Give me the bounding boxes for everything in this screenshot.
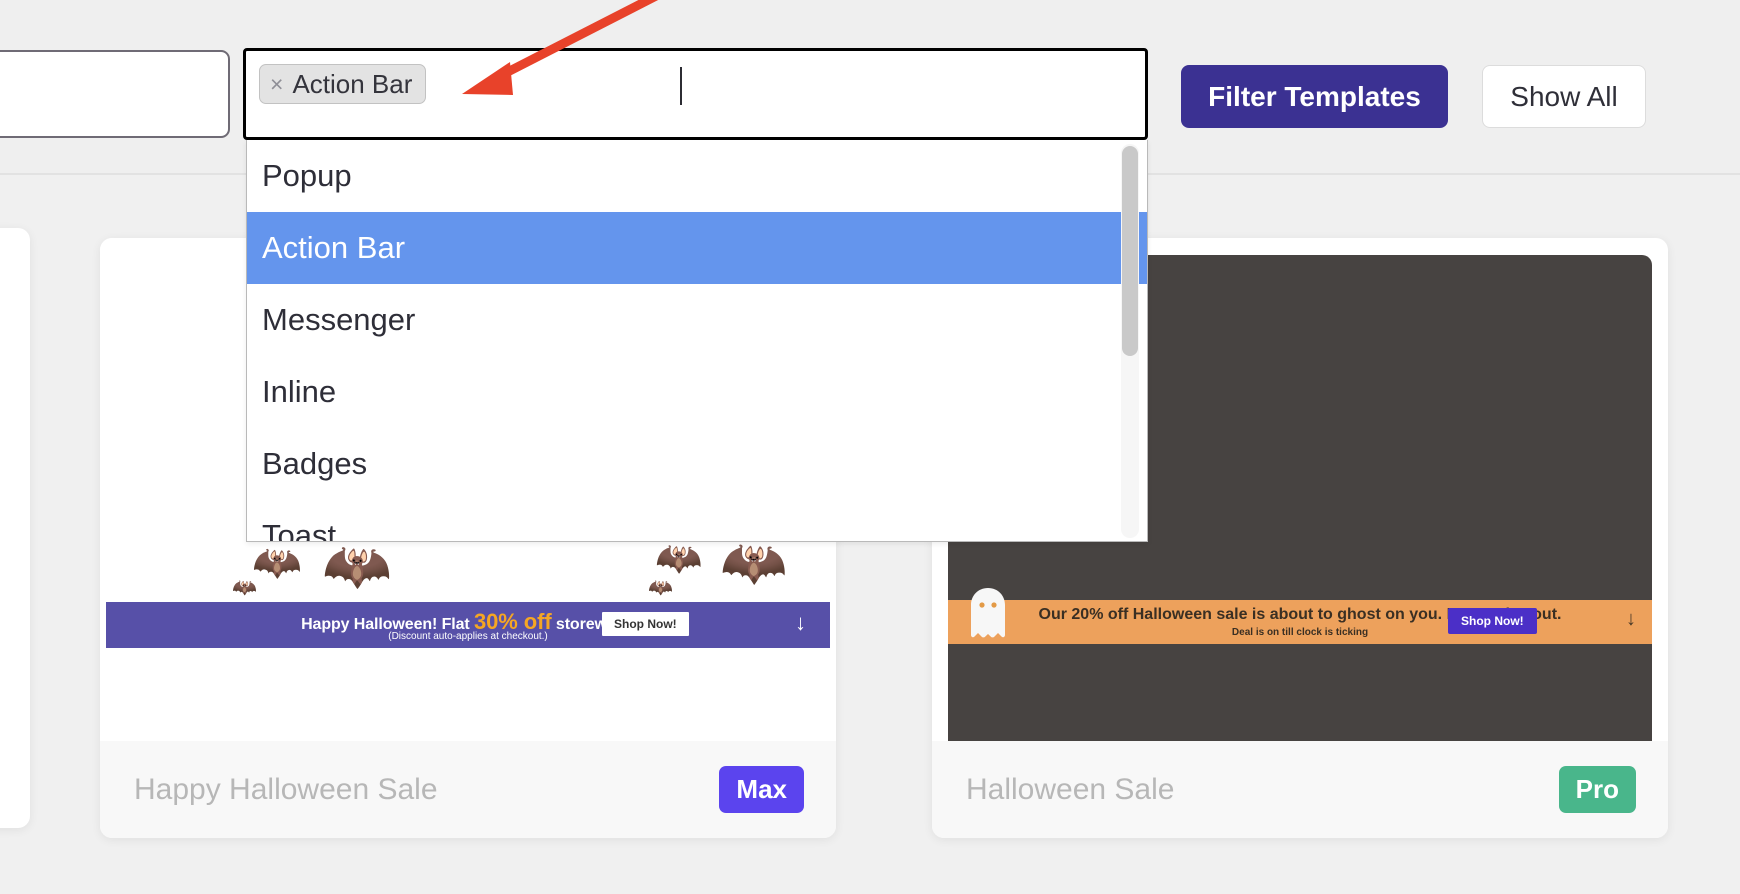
card-title: Happy Halloween Sale [134,772,438,806]
option-label: Inline [262,374,337,409]
banner-shop-now-button[interactable]: Shop Now! [1448,608,1537,634]
close-x-icon[interactable]: × [270,72,283,96]
dropdown-option-popup[interactable]: Popup [247,140,1147,212]
selected-chip-action-bar[interactable]: × Action Bar [259,64,427,104]
bat-icon: 🦇 [232,577,257,599]
banner-shop-now-button[interactable]: Shop Now! [602,612,689,636]
status-badge: Pro [1558,766,1636,813]
bat-icon: 🦇 [252,541,302,585]
dropdown-option-action-bar[interactable]: Action Bar [247,212,1147,284]
template-card-partial[interactable] [0,228,30,828]
text-cursor [680,67,682,105]
template-type-multiselect[interactable]: × Action Bar [243,48,1148,140]
option-label: Popup [262,158,352,193]
card-title: Halloween Sale [966,772,1175,806]
banner-subline: (Discount auto-applies at checkout.) [388,631,548,642]
option-label: Action Bar [262,230,406,265]
bat-icon: 🦇 [655,538,703,580]
template-type-dropdown[interactable]: Popup Action Bar Messenger Inline Badges… [246,140,1148,542]
dropdown-scrollbar-thumb[interactable] [1122,146,1138,356]
option-label: Badges [262,446,368,481]
banner-subline: Deal is on till clock is ticking [1231,627,1369,638]
preview-action-bar: Our 20% off Halloween sale is about to g… [948,588,1652,644]
show-all-button[interactable]: Show All [1482,65,1646,128]
dropdown-option-inline[interactable]: Inline [247,356,1147,428]
preview-action-bar: Happy Halloween! Flat 30% off storewide!… [106,602,830,648]
app-root: × Action Bar Popup Action Bar Messenger … [0,0,1740,894]
left-select-field[interactable] [0,50,230,138]
option-label: Toast [262,518,337,542]
bat-icon: 🦇 [720,533,788,593]
dropdown-option-list: Popup Action Bar Messenger Inline Badges… [247,140,1147,542]
card-footer: Halloween Sale Pro [932,741,1668,838]
dropdown-option-badges[interactable]: Badges [247,428,1147,500]
filter-templates-button[interactable]: Filter Templates [1181,65,1448,128]
chip-label: Action Bar [292,69,413,99]
card-footer: Happy Halloween Sale Max [100,741,836,838]
bat-icon: 🦇 [648,577,673,599]
down-arrow-icon[interactable]: ↓ [1626,609,1636,629]
status-badge: Max [719,766,804,813]
dropdown-option-toast[interactable]: Toast [247,500,1147,542]
bat-icon: 🦇 [322,534,392,597]
dropdown-option-messenger[interactable]: Messenger [247,284,1147,356]
banner-headline: Our 20% off Halloween sale is about to g… [1038,606,1562,623]
down-arrow-icon[interactable]: ↓ [795,612,806,634]
option-label: Messenger [262,302,416,337]
